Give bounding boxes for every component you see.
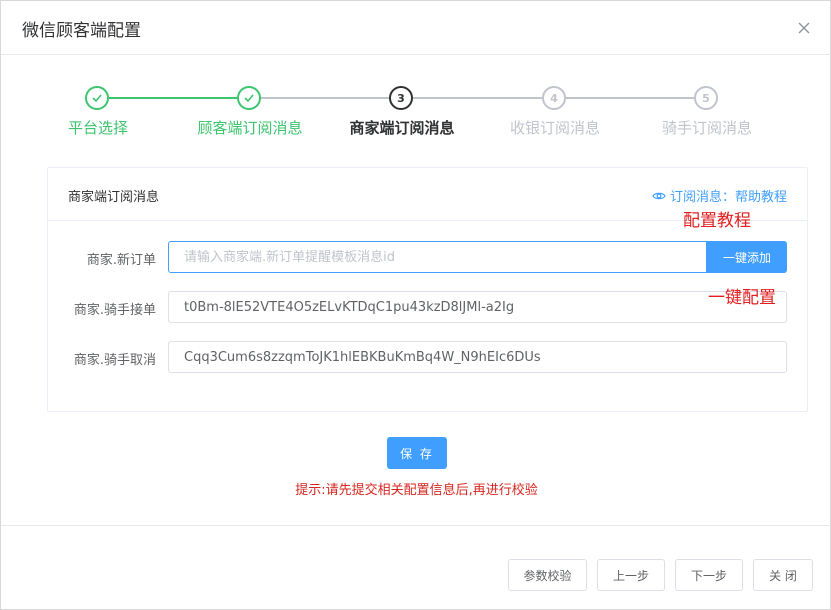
step-3-label[interactable]: 商家端订阅消息 bbox=[349, 118, 454, 138]
rider-accept-label: 商家.骑手接单 bbox=[73, 303, 156, 318]
annotation-config-tutorial: 配置教程 bbox=[683, 211, 751, 231]
dialog-footer: 参数校验 上一步 下一步 关 闭 bbox=[1, 525, 831, 610]
step-3-number: 3 bbox=[389, 86, 413, 110]
verify-params-button[interactable]: 参数校验 bbox=[508, 559, 587, 591]
save-button[interactable]: 保 存 bbox=[387, 437, 447, 469]
step-2-check-icon bbox=[237, 86, 261, 110]
step-connector bbox=[109, 97, 237, 99]
next-step-button[interactable]: 下一步 bbox=[675, 559, 743, 591]
annotation-one-click-config: 一键配置 bbox=[708, 288, 776, 308]
form-row-rider-cancel: 商家.骑手取消 bbox=[48, 341, 807, 373]
dialog-header: 微信顾客端配置 bbox=[1, 1, 831, 55]
help-link-text: 订阅消息：帮助教程 bbox=[669, 190, 787, 205]
rider-cancel-label: 商家.骑手取消 bbox=[73, 353, 156, 368]
step-5-label[interactable]: 骑手订阅消息 bbox=[662, 118, 752, 138]
close-button[interactable]: 关 闭 bbox=[753, 559, 813, 591]
step-1-check-icon bbox=[85, 86, 109, 110]
form-row-rider-accept: 商家.骑手接单 bbox=[48, 291, 807, 323]
help-tutorial-link[interactable]: 订阅消息：帮助教程 bbox=[652, 186, 787, 205]
subscription-card: 商家端订阅消息 订阅消息：帮助教程 商家.新订单 一键添加 商家.骑手接单 商家… bbox=[47, 167, 808, 412]
step-4-label[interactable]: 收银订阅消息 bbox=[510, 118, 600, 138]
eye-icon bbox=[652, 189, 666, 203]
step-1-label[interactable]: 平台选择 bbox=[68, 118, 128, 138]
step-connector bbox=[261, 97, 389, 99]
step-progress: 3 4 5 平台选择 顾客端订阅消息 商家端订阅消息 收银订阅消息 骑手订阅消息 bbox=[1, 81, 831, 141]
step-connector bbox=[566, 97, 694, 99]
form-row-new-order: 商家.新订单 一键添加 bbox=[48, 241, 807, 273]
card-title: 商家端订阅消息 bbox=[68, 190, 160, 205]
prev-step-button[interactable]: 上一步 bbox=[597, 559, 665, 591]
rider-accept-input[interactable] bbox=[168, 291, 787, 323]
step-2-label[interactable]: 顾客端订阅消息 bbox=[197, 118, 302, 138]
dialog-title: 微信顾客端配置 bbox=[22, 21, 141, 41]
new-order-input[interactable] bbox=[168, 241, 707, 273]
step-4-number: 4 bbox=[542, 86, 566, 110]
rider-cancel-input[interactable] bbox=[168, 341, 787, 373]
close-icon[interactable] bbox=[796, 20, 812, 36]
step-5-number: 5 bbox=[694, 86, 718, 110]
new-order-label: 商家.新订单 bbox=[86, 253, 156, 268]
one-click-add-button[interactable]: 一键添加 bbox=[707, 241, 787, 273]
tip-text: 提示:请先提交相关配置信息后,再进行校验 bbox=[295, 483, 538, 498]
step-connector bbox=[413, 97, 542, 99]
config-dialog: 微信顾客端配置 3 4 5 平台选择 顾客端订阅消息 商家端订阅消息 收银订阅消… bbox=[0, 0, 831, 610]
